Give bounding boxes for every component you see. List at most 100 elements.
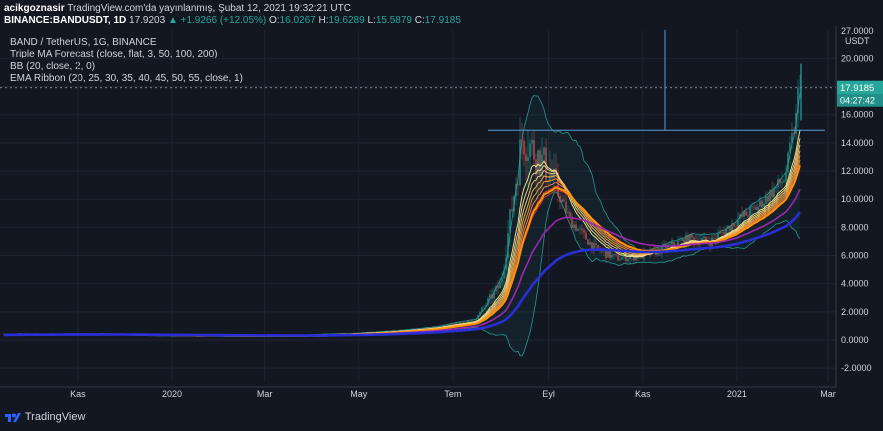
candle-body xyxy=(531,140,533,144)
candle-body xyxy=(721,231,723,233)
candle-body xyxy=(581,228,583,231)
bb-upper xyxy=(3,92,801,336)
candle-body xyxy=(529,143,531,158)
candle-body xyxy=(619,259,621,261)
x-tick-label: May xyxy=(350,389,368,399)
candle-body xyxy=(587,239,589,245)
y-tick-label: 4.0000 xyxy=(841,279,869,289)
candle-body xyxy=(751,206,753,208)
candle-body xyxy=(577,228,579,231)
candle-body xyxy=(479,312,481,316)
candle-body xyxy=(585,232,587,240)
candle-body xyxy=(583,230,585,233)
candle-body xyxy=(501,278,503,283)
candle-body xyxy=(615,254,617,256)
candle-body xyxy=(523,141,525,155)
candle-body xyxy=(509,209,511,234)
candle-body xyxy=(627,259,629,262)
candle-body xyxy=(743,211,745,217)
moving-averages xyxy=(3,165,802,337)
tradingview-footer[interactable]: TradingView xyxy=(4,411,85,423)
candle-body xyxy=(713,237,715,239)
candle-body xyxy=(519,139,521,185)
ema-ribbon-line xyxy=(3,138,801,337)
candle-body xyxy=(765,195,767,204)
candle-body xyxy=(561,199,563,202)
candle-body xyxy=(459,322,461,324)
candle-body xyxy=(773,188,775,197)
tradingview-logo-icon xyxy=(5,413,21,423)
candle-body xyxy=(485,305,487,307)
candle-body xyxy=(589,242,591,245)
candle-body xyxy=(691,234,693,238)
candle-body xyxy=(785,172,787,181)
candle-body xyxy=(797,87,799,114)
candle-body xyxy=(617,255,619,261)
candle-body xyxy=(453,323,455,325)
candle-body xyxy=(601,250,603,252)
candle-body xyxy=(733,223,735,227)
bollinger-bands xyxy=(3,92,801,357)
candle-body xyxy=(441,325,443,327)
candle-body xyxy=(445,324,447,326)
candle-body xyxy=(491,294,493,299)
candle-body xyxy=(719,231,721,234)
candle-body xyxy=(533,140,535,160)
countdown-value: 04:27:42 xyxy=(840,96,875,106)
candle-body xyxy=(609,250,611,258)
y-tick-label: 8.0000 xyxy=(841,222,869,232)
candle-body xyxy=(477,315,479,320)
candle-body xyxy=(781,181,783,184)
y-tick-label: 27.0000 xyxy=(841,26,874,36)
candles xyxy=(3,63,802,337)
candle-body xyxy=(681,239,683,241)
candle-body xyxy=(789,143,791,153)
candle-body xyxy=(471,320,473,322)
candle-body xyxy=(761,200,763,208)
candle-body xyxy=(505,258,507,270)
candle-body xyxy=(791,133,793,144)
candle-body xyxy=(793,133,795,135)
candle-body xyxy=(757,206,759,210)
candle-body xyxy=(715,238,717,240)
candle-body xyxy=(575,224,577,231)
candle-body xyxy=(435,326,437,328)
y-tick-label: 0.0000 xyxy=(841,335,869,345)
x-tick-label: Mar xyxy=(257,389,273,399)
candle-body xyxy=(461,322,463,324)
candle-body xyxy=(741,214,743,217)
candle-body xyxy=(653,248,655,250)
candle-body xyxy=(521,139,523,142)
candle-body xyxy=(567,212,569,213)
currency-label: USDT xyxy=(845,36,870,46)
price-chart[interactable]: -2.0000 0.0000 2.0000 4.0000 6.0000 8.0000 10.… xyxy=(0,0,883,431)
candle-body xyxy=(783,180,785,182)
candle-body xyxy=(777,179,779,187)
candle-body xyxy=(513,196,515,211)
candle-body xyxy=(597,244,599,249)
candle-body xyxy=(679,240,681,242)
x-tick-label: Tem xyxy=(444,389,461,399)
candle-body xyxy=(749,207,751,217)
candle-body xyxy=(493,290,495,299)
candle-body xyxy=(767,195,769,202)
y-tick-label: 20.0000 xyxy=(841,53,874,63)
candle-body xyxy=(439,325,441,327)
candle-body xyxy=(725,228,727,235)
candle-body xyxy=(669,244,671,245)
candle-body xyxy=(621,257,623,260)
candle-body xyxy=(613,254,615,255)
candle-body xyxy=(507,233,509,259)
candle-body xyxy=(579,228,581,230)
candle-body xyxy=(447,324,449,326)
candle-body xyxy=(739,214,741,220)
ema-ribbon-line xyxy=(3,130,801,337)
candle-body xyxy=(735,226,737,227)
candle-body xyxy=(487,298,489,306)
candle-body xyxy=(703,236,705,239)
candle-body xyxy=(759,200,761,207)
candle-body xyxy=(543,147,545,155)
candle-body xyxy=(451,323,453,325)
x-tick-label: Eyl xyxy=(542,389,555,399)
candle-body xyxy=(565,201,567,213)
